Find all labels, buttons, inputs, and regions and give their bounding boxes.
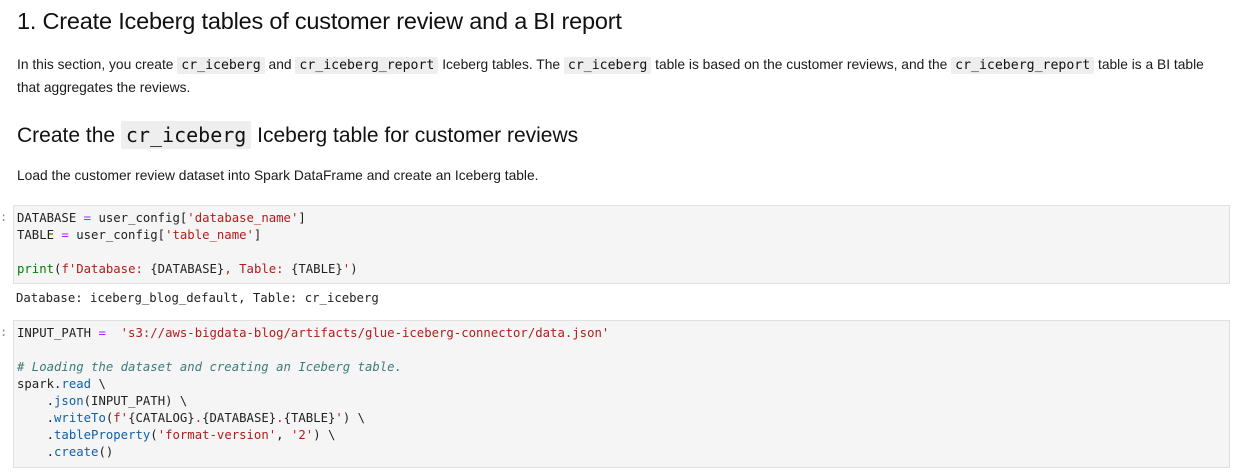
cell-prompt: :: [0, 325, 8, 339]
code-cell-create-table[interactable]: INPUT_PATH = 's3://aws-bigdata-blog/arti…: [13, 320, 1230, 468]
code-line: TABLE = user_config['table_name']: [17, 228, 262, 242]
code-line: DATABASE = user_config['database_name']: [17, 211, 306, 225]
intro-paragraph: In this section, you create cr_iceberg a…: [17, 57, 1204, 95]
cell-prompt: :: [0, 210, 8, 224]
code-cell-config[interactable]: DATABASE = user_config['database_name'] T…: [13, 205, 1230, 284]
code-line: .create(): [46, 445, 114, 459]
load-paragraph: Load the customer review dataset into Sp…: [17, 168, 539, 183]
code-comment: # Loading the dataset and creating an Ic…: [17, 360, 402, 374]
inline-code-cr-iceberg-report: cr_iceberg_report: [295, 57, 439, 74]
code-line: .json(INPUT_PATH) \: [46, 394, 188, 408]
inline-code-cr-iceberg: cr_iceberg: [563, 57, 652, 74]
code-line: INPUT_PATH = 's3://aws-bigdata-blog/arti…: [17, 326, 610, 340]
code-line: .writeTo(f'{CATALOG}.{DATABASE}.{TABLE}'…: [46, 411, 366, 425]
cell-output: Database: iceberg_blog_default, Table: c…: [16, 291, 379, 305]
heading-inline-code: cr_iceberg: [120, 121, 252, 149]
code-line: .tableProperty('format-version', '2') \: [46, 428, 336, 442]
code-line: print(f'Database: {DATABASE}, Table: {TA…: [17, 262, 358, 276]
inline-code-cr-iceberg-report: cr_iceberg_report: [951, 57, 1095, 74]
subsection-heading: Create the cr_iceberg Iceberg table for …: [17, 121, 579, 149]
code-line: spark.read \: [17, 377, 106, 391]
inline-code-cr-iceberg: cr_iceberg: [177, 57, 265, 74]
section-heading: 1. Create Iceberg tables of customer rev…: [17, 8, 622, 34]
